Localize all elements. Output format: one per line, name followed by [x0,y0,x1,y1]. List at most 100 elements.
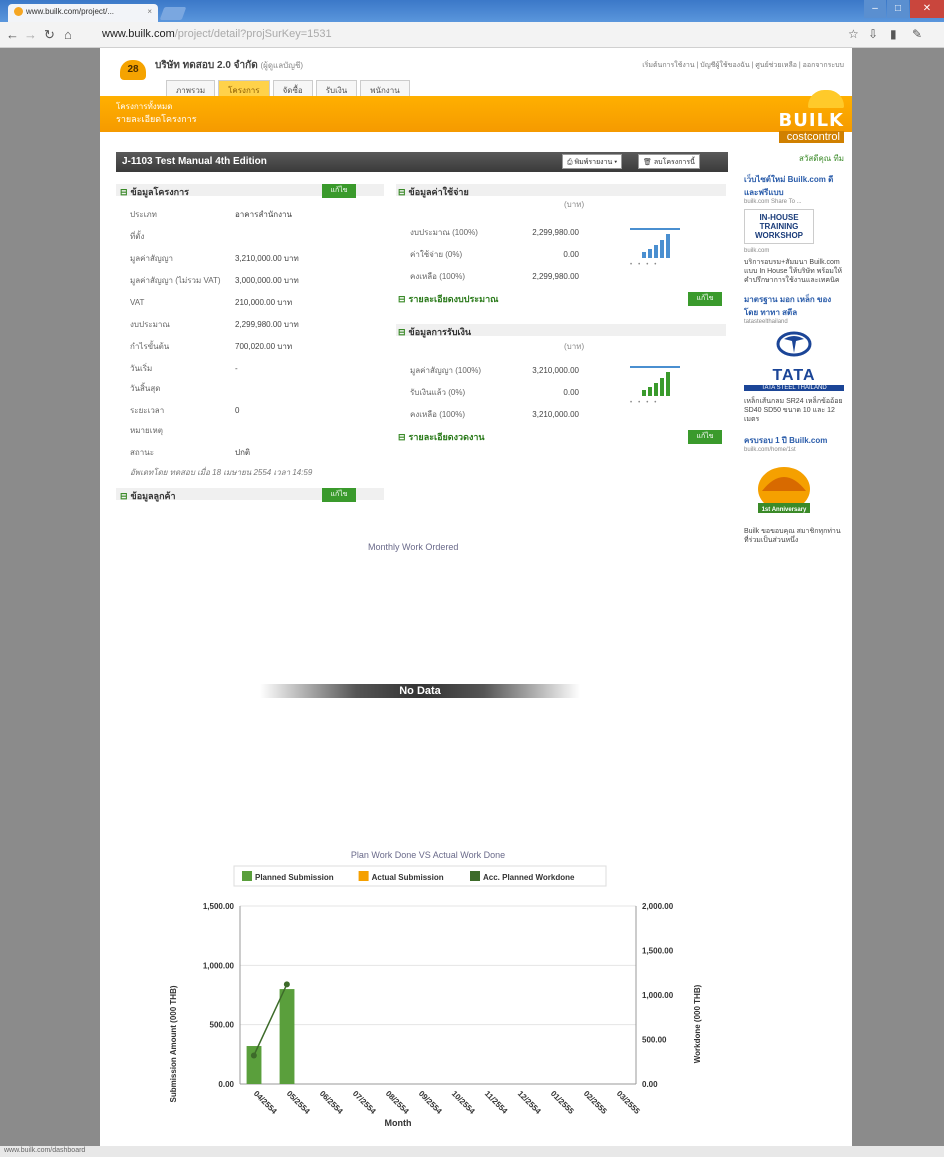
installment-heading[interactable]: รายละเอียดงวดงาน [398,430,485,444]
brand-name: BUILK [778,110,844,131]
legend-label: Actual Submission [372,873,444,882]
brand-sub: costcontrol [778,131,844,143]
edit-info-button[interactable]: แก้ไข [322,184,356,198]
expense-row: งบประมาณ (100%) 2,299,980.00 [410,226,579,239]
info-value: 2,299,980.00 บาท [235,320,299,329]
info-value: 0 [235,406,240,415]
y-tick-label: 1,500.00 [203,902,235,911]
sidebar-news-source: builk.com Share To ... [744,199,802,205]
info-label: วันสิ้นสุด [130,384,161,393]
budget-detail-heading[interactable]: รายละเอียดงบประมาณ [398,292,499,306]
y2-tick-label: 500.00 [642,1036,667,1045]
tab-close-icon[interactable]: × [147,7,152,16]
finance-label: คงเหลือ (100%) [410,410,465,419]
edit-budget-button[interactable]: แก้ไข [688,292,722,306]
browser-toolbar: ← → ↻ ⌂ www.builk.com/project/detail?pro… [0,22,944,48]
company-name: บริษัท ทดสอบ 2.0 จำกัด (ผู้ดูแลบัญชี) [155,58,303,73]
info-value: ปกติ [235,448,251,457]
y-tick-label: 0.00 [218,1080,234,1089]
training-ad-line: TRAINING [759,222,799,231]
legend-swatch [242,871,252,881]
chart-title: Plan Work Done VS Actual Work Done [351,850,505,860]
info-row: วันสิ้นสุด [130,382,235,395]
wrench-icon[interactable]: ✎ [912,27,922,41]
address-bar[interactable]: www.builk.com/project/detail?projSurKey=… [98,26,808,44]
finance-label: มูลค่าสัญญา (100%) [410,366,482,375]
y-axis-label: Submission Amount (000 THB) [169,985,178,1102]
info-label: VAT [130,298,145,307]
expense-heading[interactable]: ข้อมูลค่าใช้จ่าย [398,185,469,199]
expense-value: 2,299,980.00 [532,228,579,237]
expense-value: 0.00 [563,250,579,259]
y2-axis-label: Workdone (000 THB) [693,984,702,1063]
y2-tick-label: 1,000.00 [642,991,674,1000]
browser-tab[interactable]: www.builk.com/project/... × [8,4,158,22]
extension-icon[interactable]: ▮ [890,27,897,41]
info-label: มูลค่าสัญญา (ไม่รวม VAT) [130,276,221,285]
page-margin-left [0,48,100,1148]
finance-heading[interactable]: ข้อมูลการรับเงิน [398,325,472,339]
sidebar-news-link[interactable]: เว็บไซต์ใหม่ Builk.com ดี และฟรีแบบ [744,173,844,199]
info-row: ระยะเวลา 0 [130,404,239,417]
reload-icon[interactable]: ↻ [44,27,55,43]
training-ad[interactable]: IN-HOUSE TRAINING WORKSHOP [744,209,814,244]
info-label: วันเริ่ม [130,364,153,373]
close-window-icon[interactable]: ✕ [910,0,944,18]
finance-row: คงเหลือ (100%) 3,210,000.00 [410,408,579,421]
x-tick-label: 01/2555 [549,1089,576,1116]
info-row: กำไรขั้นต้น 700,020.00 บาท [130,340,292,353]
anniversary-helmet-icon[interactable]: 1st Anniversary [754,459,814,519]
tab-title: www.builk.com/project/... [26,7,115,16]
x-tick-label: 03/2555 [615,1089,642,1116]
info-value: 700,020.00 บาท [235,342,293,351]
home-icon[interactable]: ⌂ [64,27,72,42]
edit-customer-button[interactable]: แก้ไข [322,488,356,502]
y-tick-label: 500.00 [210,1021,235,1030]
tata-logo[interactable] [769,331,819,367]
forward-icon[interactable]: → [24,27,37,42]
line-point [250,1052,257,1059]
maximize-icon[interactable]: □ [887,0,909,18]
new-tab-button[interactable] [159,7,187,20]
header-band [100,96,852,132]
x-tick-label: 09/2554 [417,1089,444,1116]
expense-label: ค่าใช้จ่าย (0%) [410,250,463,259]
edit-installment-button[interactable]: แก้ไข [688,430,722,444]
customer-heading[interactable]: ข้อมูลลูกค้า [120,489,176,503]
tata-news-link[interactable]: มาตรฐาน มอก เหล็ก ของ โดย ทาทา สตีล [744,293,844,319]
delete-button-label: ลบโครงการนี้ [653,159,695,166]
download-icon[interactable]: ⇩ [868,27,878,41]
info-row: ประเภท อาคารสำนักงาน [130,208,292,221]
project-title: J-1103 Test Manual 4th Edition [122,156,267,167]
expense-label: คงเหลือ (100%) [410,272,465,281]
top-links[interactable]: เริ่มต้นการใช้งาน | บัญชีผู้ใช้ของฉัน | … [642,60,844,71]
training-ad-source: builk.com [744,248,770,254]
bookmark-star-icon[interactable]: ☆ [848,27,859,41]
page-margin-right [852,48,944,1148]
anniversary-link[interactable]: ครบรอบ 1 ปี Builk.com [744,434,844,447]
print-report-button[interactable]: ⎙ พิมพ์รายงาน ▾ [562,154,623,169]
delete-project-button[interactable]: 🗑 ลบโครงการนี้ [638,154,700,169]
info-heading[interactable]: ข้อมูลโครงการ [120,185,189,199]
builk-logo: BUILK costcontrol [778,90,844,143]
back-icon[interactable]: ← [6,27,19,42]
info-row: งบประมาณ 2,299,980.00 บาท [130,318,299,331]
company-logo[interactable]: 28 [120,60,146,80]
info-value: อาคารสำนักงาน [235,210,292,219]
training-ad-line: IN-HOUSE [759,213,799,222]
finance-sparkline: •••• [630,366,684,406]
window-controls: – □ ✕ [863,0,944,18]
expense-row: คงเหลือ (100%) 2,299,980.00 [410,270,579,283]
window-titlebar: www.builk.com/project/... × – □ ✕ [0,0,944,22]
x-tick-label: 11/2554 [483,1089,510,1116]
line-point [283,981,290,988]
y2-tick-label: 1,500.00 [642,947,674,956]
tata-ad-text: เหล็กเส้นกลม SR24 เหล็กข้ออ้อย SD40 SD50… [744,398,843,423]
info-label: ประเภท [130,210,157,219]
legend-label: Acc. Planned Workdone [483,873,575,882]
finance-row: รับเงินแล้ว (0%) 0.00 [410,386,579,399]
minimize-icon[interactable]: – [864,0,886,18]
y-tick-label: 1,000.00 [203,961,235,970]
monthly-chart-title: Monthly Work Ordered [368,542,459,552]
finance-value: 3,210,000.00 [532,410,579,419]
